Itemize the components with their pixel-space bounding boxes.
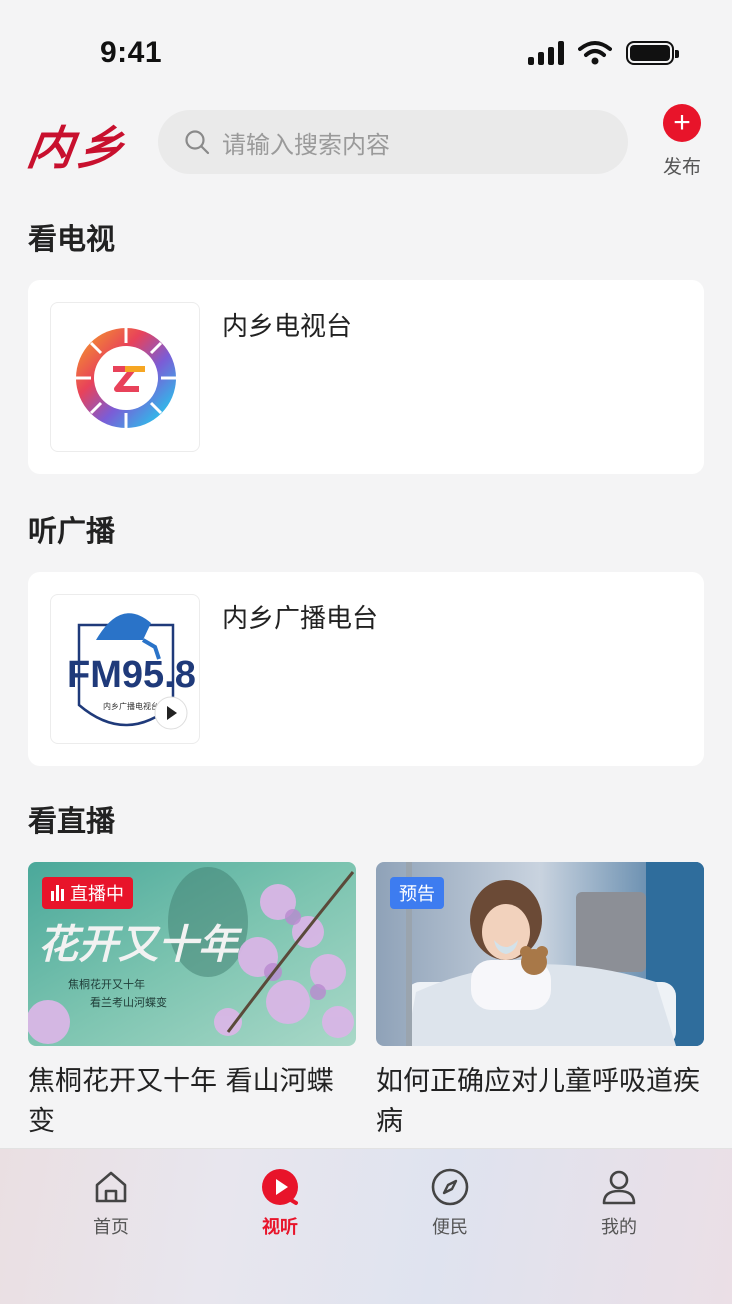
preview-thumbnail: 预告 — [376, 862, 704, 1046]
app-header: 内乡 请输入搜索内容 + 发布 — [0, 100, 732, 190]
tab-profile[interactable]: 我的 — [569, 1167, 669, 1239]
user-icon — [602, 1170, 636, 1205]
radio-channel-card[interactable]: FM95.8 内乡广播电视台 内乡广播电台 — [28, 572, 704, 766]
plus-icon: + — [663, 104, 701, 142]
search-icon — [185, 130, 210, 155]
status-bar: 9:41 — [0, 0, 732, 100]
preview-title: 如何正确应对儿童呼吸道疾病 — [376, 1066, 700, 1137]
tab-services[interactable]: 便民 — [400, 1167, 500, 1239]
tab-home[interactable]: 首页 — [61, 1167, 161, 1239]
live-title: 焦桐花开又十年 看山河蝶变 — [28, 1066, 334, 1137]
search-input[interactable]: 请输入搜索内容 — [158, 110, 628, 174]
radio-section-title: 听广播 — [28, 514, 116, 548]
cellular-signal-icon — [528, 41, 564, 65]
radio-channel-name: 内乡广播电台 — [222, 604, 379, 634]
fm-text: FM95.8 — [67, 654, 196, 696]
live-badge: 直播中 — [42, 877, 133, 909]
battery-icon — [626, 41, 679, 65]
tv-section-title: 看电视 — [28, 222, 116, 256]
live-item[interactable]: 花开又十年 焦桐花开又十年 看兰考山河蝶变 直播中 焦桐花开又十年 看山河蝶变 — [28, 862, 356, 1142]
live-section-title: 看直播 — [28, 804, 116, 838]
tab-home-label: 首页 — [93, 1217, 129, 1238]
home-icon — [95, 1171, 127, 1203]
wifi-icon — [578, 41, 612, 65]
tv-station-logo — [50, 302, 200, 452]
live-art-sub2: 看兰考山河蝶变 — [90, 995, 167, 1009]
radio-station-logo: FM95.8 内乡广播电视台 — [50, 594, 200, 744]
radio-logo-sub: 内乡广播电视台 — [103, 701, 159, 711]
play-icon — [262, 1169, 298, 1205]
live-thumbnail: 花开又十年 焦桐花开又十年 看兰考山河蝶变 直播中 — [28, 862, 356, 1046]
status-icons — [528, 40, 679, 66]
publish-label: 发布 — [662, 156, 701, 178]
search-placeholder: 请输入搜索内容 — [222, 130, 390, 159]
publish-button[interactable]: + 发布 — [660, 104, 704, 179]
tv-channel-card[interactable]: 内乡电视台 — [28, 280, 704, 474]
live-art-sub1: 焦桐花开又十年 — [68, 977, 145, 991]
tab-media-label: 视听 — [262, 1217, 298, 1238]
tab-profile-label: 我的 — [601, 1217, 637, 1238]
preview-badge: 预告 — [390, 877, 444, 909]
live-art-title: 花开又十年 — [38, 921, 243, 968]
app-logo: 内乡 — [23, 121, 132, 175]
bottom-tab-bar: 首页 视听 便民 我的 — [0, 1148, 732, 1304]
preview-item[interactable]: 预告 如何正确应对儿童呼吸道疾病 — [376, 862, 704, 1142]
compass-icon — [431, 1168, 469, 1206]
tab-services-label: 便民 — [432, 1217, 468, 1238]
tab-media[interactable]: 视听 — [230, 1167, 330, 1239]
live-badge-label: 直播中 — [70, 884, 124, 905]
status-time: 9:41 — [100, 36, 163, 69]
tv-channel-name: 内乡电视台 — [222, 312, 353, 342]
live-bars-icon — [51, 885, 64, 901]
